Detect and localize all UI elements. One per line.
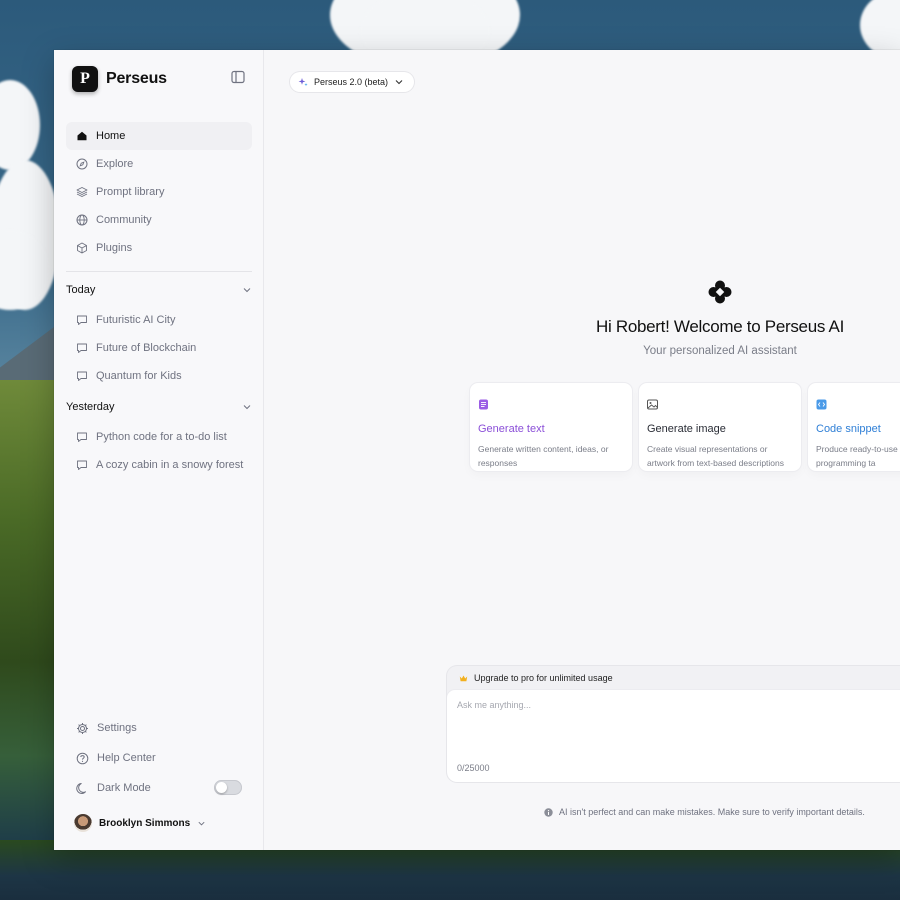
card-code-snippet[interactable]: Code snippet Produce ready-to-use c spec… — [808, 383, 900, 471]
brand[interactable]: P Perseus — [72, 66, 167, 92]
globe-icon — [76, 214, 88, 226]
app-logo: P — [72, 66, 98, 92]
chat-bubble-icon — [77, 432, 87, 442]
history-item-label: Quantum for Kids — [96, 370, 182, 382]
section-title: Today — [66, 284, 96, 296]
upgrade-banner[interactable]: Upgrade to pro for unlimited usage — [447, 666, 900, 690]
compass-icon — [76, 158, 88, 170]
layers-icon — [76, 187, 88, 197]
info-icon — [544, 807, 553, 817]
user-menu[interactable]: Brooklyn Simmons — [74, 814, 206, 832]
chat-bubble-icon — [77, 315, 87, 325]
card-title: Generate text — [478, 423, 545, 435]
avatar — [74, 814, 92, 832]
composer: Upgrade to pro for unlimited usage 0/250… — [447, 666, 900, 782]
history-item-label: Futuristic AI City — [96, 314, 176, 326]
section-title: Yesterday — [66, 401, 115, 413]
card-description: Produce ready-to-use c specific programm… — [816, 444, 900, 468]
disclaimer: AI isn't perfect and can make mistakes. … — [544, 807, 865, 817]
dark-mode-toggle[interactable] — [214, 780, 242, 795]
card-description: Generate written content, ideas, or resp… — [478, 444, 609, 468]
character-counter: 0/25000 — [457, 763, 490, 773]
card-generate-text[interactable]: Generate text Generate written content, … — [470, 383, 632, 471]
nav-item-community[interactable]: Community — [66, 206, 252, 234]
help-center-item[interactable]: Help Center — [66, 743, 252, 773]
history-item[interactable]: Python code for a to-do list — [66, 423, 252, 451]
image-icon — [647, 399, 658, 410]
nav-item-home[interactable]: Home — [66, 122, 252, 150]
home-icon — [77, 131, 87, 141]
nav-item-label: Prompt library — [96, 186, 165, 198]
prompt-input[interactable] — [457, 700, 857, 740]
sidebar-toggle-icon[interactable] — [231, 70, 245, 84]
section-today-header[interactable]: Today — [66, 284, 252, 296]
main-content: Perseus 2.0 (beta) Hi Robert! Welcome to… — [264, 50, 900, 850]
document-icon — [479, 399, 488, 410]
nav-item-label: Plugins — [96, 242, 133, 254]
nav-item-label: Explore — [96, 158, 134, 170]
sidebar: P Perseus Home Explore Prompt library Co… — [54, 50, 264, 850]
history-item[interactable]: Quantum for Kids — [66, 362, 252, 390]
nav-item-label: Home — [96, 130, 126, 142]
settings-item[interactable]: Settings — [66, 713, 252, 743]
prompt-input-area: 0/25000 — [447, 690, 900, 782]
history-today: Futuristic AI City Future of Blockchain … — [66, 306, 252, 390]
history-item[interactable]: A cozy cabin in a snowy forest — [66, 451, 252, 479]
cube-icon — [77, 242, 87, 254]
dark-mode-item: Dark Mode — [66, 773, 252, 803]
history-item-label: Future of Blockchain — [96, 342, 197, 354]
app-window: P Perseus Home Explore Prompt library Co… — [54, 50, 900, 850]
disclaimer-text: AI isn't perfect and can make mistakes. … — [559, 807, 865, 817]
settings-label: Settings — [97, 722, 137, 734]
app-name: Perseus — [106, 70, 167, 87]
nav-item-label: Community — [96, 214, 152, 226]
sparkle-icon — [298, 78, 308, 87]
dark-mode-label: Dark Mode — [97, 782, 151, 794]
gear-icon — [77, 722, 88, 734]
card-title: Code snippet — [816, 423, 881, 435]
card-description: Create visual representations or artwork… — [647, 444, 784, 468]
chevron-down-icon — [243, 288, 251, 293]
chevron-down-icon — [198, 821, 205, 825]
help-circle-icon — [76, 752, 89, 764]
upgrade-text: Upgrade to pro for unlimited usage — [474, 673, 613, 683]
nav-item-plugins[interactable]: Plugins — [66, 234, 252, 262]
crown-icon — [459, 675, 468, 681]
nav-item-explore[interactable]: Explore — [66, 150, 252, 178]
section-yesterday-header[interactable]: Yesterday — [66, 401, 252, 413]
chat-bubble-icon — [77, 371, 87, 381]
welcome-subtitle: Your personalized AI assistant — [643, 345, 797, 357]
nav-item-prompt-library[interactable]: Prompt library — [66, 178, 252, 206]
history-item[interactable]: Future of Blockchain — [66, 334, 252, 362]
model-name: Perseus 2.0 (beta) — [314, 77, 389, 87]
history-item-label: Python code for a to-do list — [96, 431, 227, 443]
help-center-label: Help Center — [97, 752, 156, 764]
moon-icon — [76, 782, 86, 794]
model-selector[interactable]: Perseus 2.0 (beta) — [290, 72, 415, 92]
chat-bubble-icon — [77, 460, 87, 470]
history-item[interactable]: Futuristic AI City — [66, 306, 252, 334]
main-nav: Home Explore Prompt library Community Pl… — [66, 122, 252, 262]
history-item-label: A cozy cabin in a snowy forest — [96, 459, 244, 471]
card-generate-image[interactable]: Generate image Create visual representat… — [639, 383, 801, 471]
chat-bubble-icon — [77, 343, 87, 353]
welcome-heading: Hi Robert! Welcome to Perseus AI — [595, 317, 845, 336]
chevron-down-icon — [395, 80, 403, 85]
card-title: Generate image — [647, 423, 726, 435]
user-name: Brooklyn Simmons — [99, 817, 191, 829]
sidebar-bottom: Settings Help Center Dark Mode — [66, 713, 252, 803]
history-yesterday: Python code for a to-do list A cozy cabi… — [66, 423, 252, 479]
code-icon — [816, 399, 827, 410]
sidebar-divider — [66, 271, 252, 272]
chevron-down-icon — [243, 405, 251, 410]
perseus-clover-icon — [708, 280, 732, 304]
